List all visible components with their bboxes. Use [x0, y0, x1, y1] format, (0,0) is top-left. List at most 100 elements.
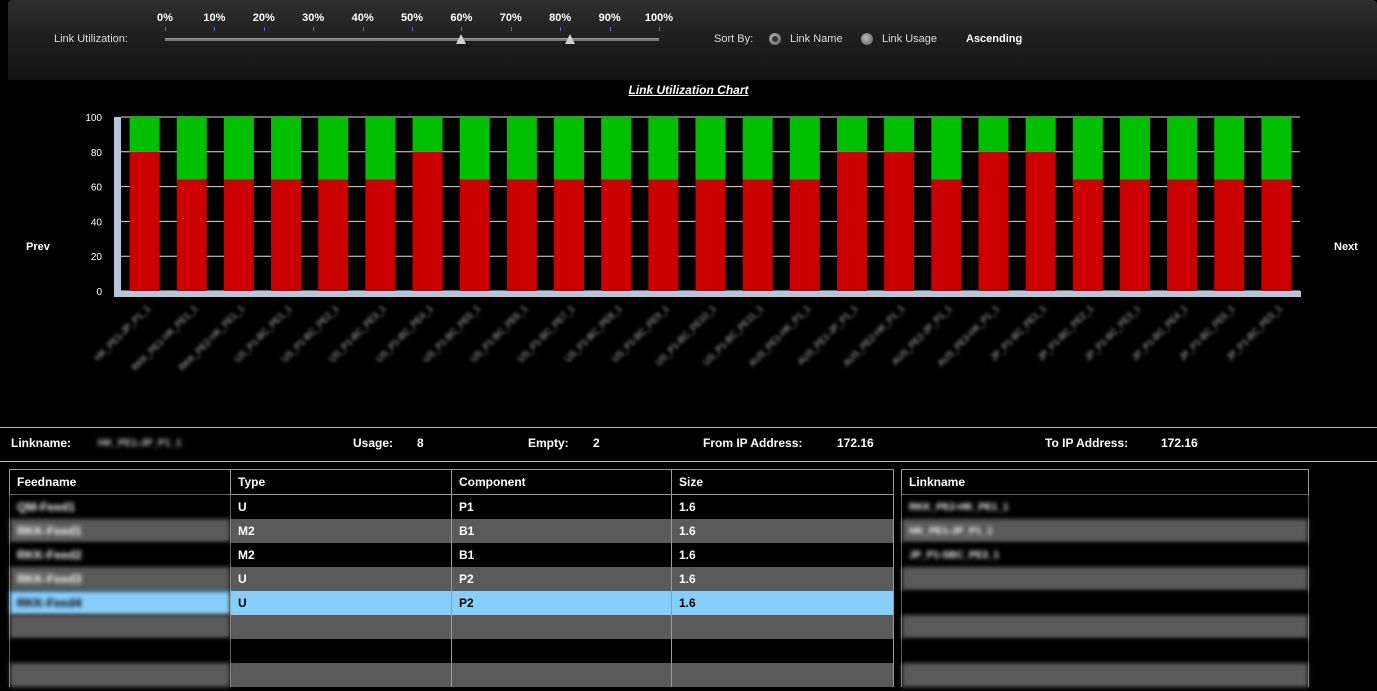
- table-row[interactable]: [901, 663, 1309, 687]
- component-column-header[interactable]: Component: [451, 469, 672, 495]
- sort-link-usage-radio[interactable]: [861, 33, 873, 45]
- bar-empty-segment: [318, 117, 349, 180]
- linkname-cell: [901, 615, 1309, 639]
- slider-tick-label: 70%: [499, 12, 522, 24]
- slider-tick-label: 60%: [450, 12, 473, 24]
- table-row[interactable]: [901, 567, 1309, 591]
- component-cell: P1: [451, 494, 672, 519]
- slider-high-thumb[interactable]: [565, 34, 576, 44]
- slider-low-thumb[interactable]: [456, 34, 467, 44]
- table-row[interactable]: RKK_PE2-HK_PE1_1: [901, 494, 1309, 519]
- table-row[interactable]: QM-Feed1 U P1 1.6: [9, 494, 894, 519]
- feedname-cell: QM-Feed1: [9, 494, 231, 519]
- table-row[interactable]: [9, 639, 894, 663]
- table-row[interactable]: RKK-Feed4 U P2 1.6: [9, 591, 894, 615]
- type-cell: [230, 663, 452, 687]
- sort-order-toggle[interactable]: Ascending: [966, 33, 1022, 45]
- feedname-cell: RKK-Feed4: [9, 591, 231, 615]
- size-cell: 1.6: [671, 567, 894, 591]
- bar-used-segment: [412, 151, 443, 291]
- bar-empty-segment: [884, 117, 915, 152]
- bar-empty-segment: [223, 117, 254, 180]
- feedname-cell: [9, 615, 231, 639]
- table-row[interactable]: HK_PE1-JP_P1_1: [901, 519, 1309, 543]
- feedname-cell: RKK-Feed2: [9, 543, 231, 567]
- sort-link-usage-label[interactable]: Link Usage: [882, 33, 937, 45]
- sort-link-name-label[interactable]: Link Name: [790, 33, 843, 45]
- bar-used-segment: [1214, 179, 1245, 291]
- bar-used-segment: [695, 179, 726, 291]
- bar-empty-segment: [1025, 117, 1056, 152]
- table-row[interactable]: RKK-Feed3 U P2 1.6: [9, 567, 894, 591]
- from-ip-label: From IP Address:: [703, 436, 803, 450]
- sort-link-name-radio[interactable]: [769, 33, 781, 45]
- bar-empty-segment: [1261, 117, 1292, 180]
- linkname-value: HK_PE1-JP_P1_1: [98, 438, 182, 449]
- linkname-column-header[interactable]: Linkname: [901, 469, 1309, 495]
- divider-bottom: [0, 461, 1377, 462]
- component-cell: P2: [451, 567, 672, 591]
- y-tick-label: 100: [85, 113, 102, 124]
- feedname-column-header[interactable]: Feedname: [9, 469, 231, 495]
- size-column-header[interactable]: Size: [671, 469, 894, 495]
- linkname-cell: HK_PE1-JP_P1_1: [901, 519, 1309, 543]
- bar-used-segment: [1025, 151, 1056, 291]
- bar-empty-segment: [412, 117, 443, 152]
- slider-tick-mark: [165, 27, 166, 31]
- table-row[interactable]: [9, 615, 894, 639]
- slider-tick-mark: [412, 27, 413, 31]
- type-cell: M2: [230, 519, 452, 543]
- component-cell: B1: [451, 519, 672, 543]
- divider-top: [0, 427, 1377, 428]
- bar-used-segment: [1119, 179, 1150, 291]
- size-cell: 1.6: [671, 543, 894, 567]
- slider-tick-mark: [214, 27, 216, 31]
- slider-tick-mark: [659, 27, 660, 31]
- to-ip-value: 172.16: [1161, 436, 1198, 450]
- table-row[interactable]: RKK-Feed2 M2 B1 1.6: [9, 543, 894, 567]
- linkname-cell: [901, 639, 1309, 663]
- feed-table: Feedname Type Component Size QM-Feed1 U P1…: [9, 469, 894, 687]
- component-cell: [451, 639, 672, 663]
- bar-used-segment: [836, 151, 867, 291]
- table-row[interactable]: [901, 591, 1309, 615]
- bar-used-segment: [271, 179, 302, 291]
- linkname-cell: [901, 591, 1309, 615]
- slider-tick-label: 20%: [252, 12, 275, 24]
- table-row[interactable]: JP_P1-SBC_PE3_1: [901, 543, 1309, 567]
- bar-empty-segment: [1072, 117, 1103, 180]
- slider-tick-mark: [560, 27, 562, 31]
- type-column-header[interactable]: Type: [230, 469, 452, 495]
- bar-empty-segment: [931, 117, 962, 180]
- bar-empty-segment: [1119, 117, 1150, 180]
- link-utilization-chart: 020406080100HK_PE1-JP_P1_1RKK_PE1-HK_PE1…: [85, 113, 1301, 373]
- size-cell: 1.6: [671, 591, 894, 615]
- bar-used-segment: [931, 179, 962, 291]
- bar-used-segment: [223, 179, 254, 291]
- bar-used-segment: [884, 151, 915, 291]
- from-ip-value: 172.16: [837, 436, 874, 450]
- bar-empty-segment: [506, 117, 537, 180]
- utilization-range-slider[interactable]: [165, 38, 659, 41]
- bar-empty-segment: [978, 117, 1009, 152]
- bar-used-segment: [648, 179, 679, 291]
- size-cell: [671, 615, 894, 639]
- bar-used-segment: [365, 179, 396, 291]
- y-tick-label: 0: [96, 287, 102, 298]
- sort-by-label: Sort By:: [714, 33, 754, 45]
- component-cell: [451, 615, 672, 639]
- chart-title: Link Utilization Chart: [628, 83, 749, 97]
- bar-empty-segment: [459, 117, 490, 180]
- table-row[interactable]: [901, 639, 1309, 663]
- feedname-cell: [9, 663, 231, 687]
- slider-tick-mark: [609, 27, 611, 31]
- table-row[interactable]: RKK-Feed1 M2 B1 1.6: [9, 519, 894, 543]
- bar-used-segment: [459, 179, 490, 291]
- table-row[interactable]: [901, 615, 1309, 639]
- bar-used-segment: [601, 179, 632, 291]
- size-cell: [671, 639, 894, 663]
- y-tick-label: 60: [91, 183, 103, 194]
- table-row[interactable]: [9, 663, 894, 687]
- bar-used-segment: [789, 179, 820, 291]
- linkname-cell: [901, 567, 1309, 591]
